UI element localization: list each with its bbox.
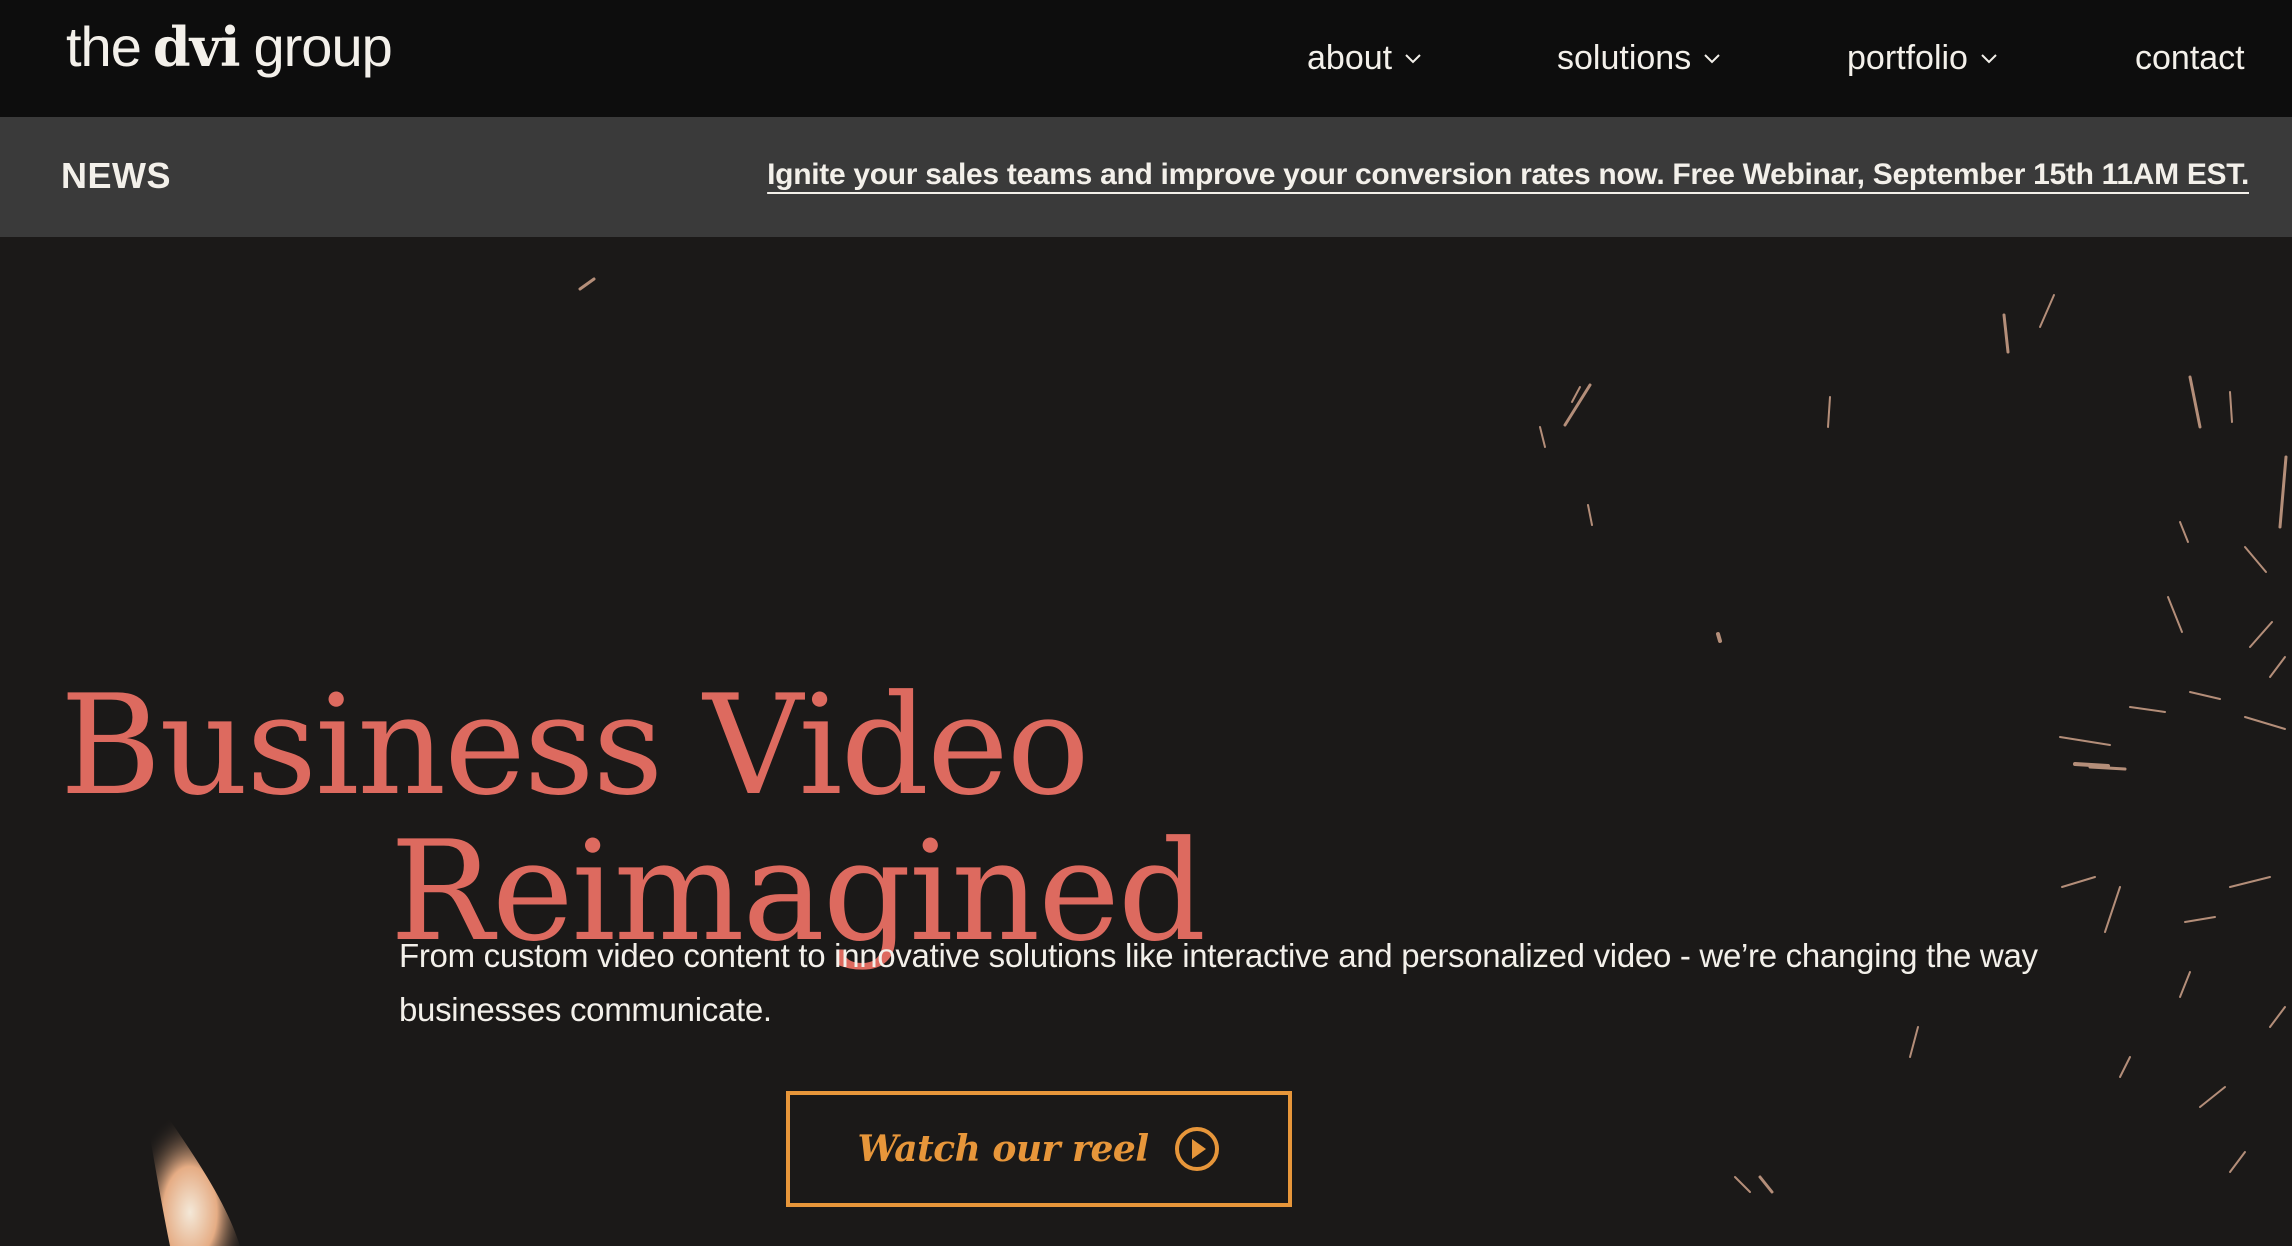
logo-text-group: group <box>253 15 393 78</box>
site-logo[interactable]: the dvi group <box>66 14 393 94</box>
nav-item-about[interactable]: about <box>1307 30 1424 86</box>
hero-headline-line1: Business Video <box>60 665 1090 827</box>
news-bar: NEWS Ignite your sales teams and improve… <box>0 117 2292 237</box>
nav-item-label: about <box>1307 38 1393 77</box>
logo-text-dvi: dvi <box>152 15 241 79</box>
nav-item-portfolio[interactable]: portfolio <box>1847 30 2000 86</box>
chevron-down-icon <box>1704 54 1720 64</box>
news-label: NEWS <box>61 155 171 196</box>
chevron-down-icon <box>1981 54 1997 64</box>
nav-item-label: portfolio <box>1847 38 1968 77</box>
news-webinar-link[interactable]: Ignite your sales teams and improve your… <box>767 158 2249 192</box>
chevron-down-icon <box>1405 54 1421 64</box>
watch-reel-button[interactable]: Watch our reel <box>786 1091 1292 1207</box>
hero-section: Business Video Reimagined From custom vi… <box>0 237 2292 1246</box>
nav-item-solutions[interactable]: solutions <box>1557 30 1723 86</box>
logo-text-the: the <box>66 15 142 78</box>
nav-item-label: contact <box>2135 38 2245 77</box>
nav-item-contact[interactable]: contact <box>2135 30 2245 86</box>
nav-item-label: solutions <box>1557 38 1692 77</box>
watch-reel-label: Watch our reel <box>857 1128 1149 1170</box>
top-navigation-bar: the dvi group about solutions portfolio … <box>0 0 2292 117</box>
play-circle-icon <box>1174 1127 1219 1171</box>
hero-subtext: From custom video content to innovative … <box>399 937 2038 1028</box>
